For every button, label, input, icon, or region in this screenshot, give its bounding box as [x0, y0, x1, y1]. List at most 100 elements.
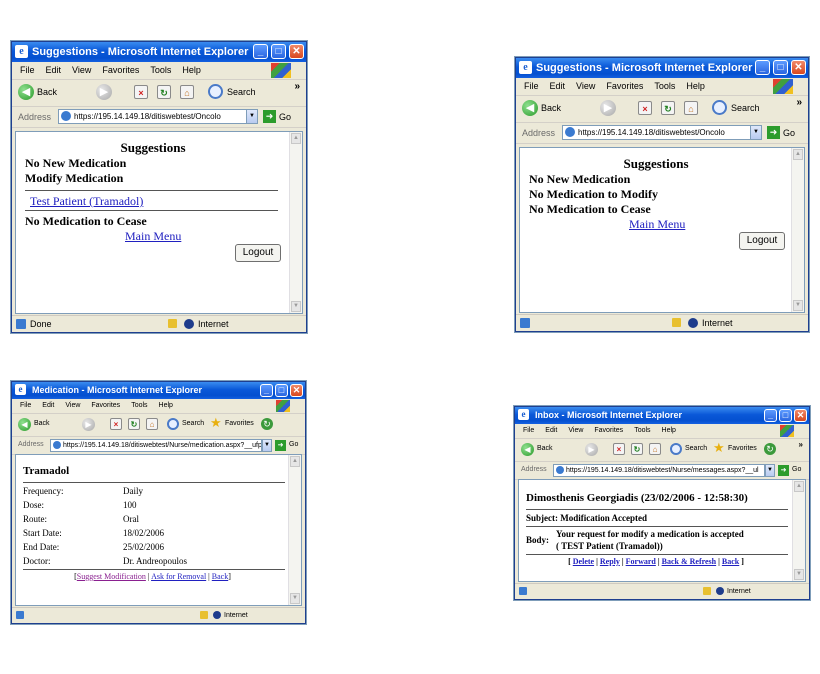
menu-favorites[interactable]: Favorites — [102, 65, 139, 75]
go-arrow-icon[interactable]: ➜ — [767, 126, 780, 139]
go-button[interactable]: Go — [279, 112, 291, 122]
main-menu-link[interactable]: Main Menu — [629, 217, 685, 232]
scroll-down-icon[interactable]: ▼ — [793, 300, 803, 311]
refresh-icon[interactable]: ↻ — [661, 101, 675, 115]
patient-medication-link[interactable]: Test Patient (Tramadol) — [30, 194, 143, 209]
menu-tools[interactable]: Tools — [131, 402, 147, 409]
scroll-up-icon[interactable]: ▲ — [290, 456, 300, 467]
menu-file[interactable]: File — [524, 81, 539, 91]
stop-icon[interactable]: × — [613, 443, 625, 455]
favorites-button[interactable]: Favorites — [728, 445, 757, 452]
home-icon[interactable]: ⌂ — [649, 443, 661, 455]
vertical-scrollbar[interactable]: ▲ ▼ — [792, 480, 805, 581]
close-button[interactable]: ✕ — [289, 44, 304, 59]
stop-icon[interactable]: × — [134, 85, 148, 99]
go-button[interactable]: Go — [783, 128, 795, 138]
stop-icon[interactable]: × — [638, 101, 652, 115]
menu-edit[interactable]: Edit — [550, 81, 566, 91]
toolbar-more-icon[interactable]: » — [799, 440, 803, 449]
menu-help[interactable]: Help — [662, 427, 676, 434]
refresh-icon[interactable]: ↻ — [631, 443, 643, 455]
media-icon[interactable]: ↻ — [261, 418, 273, 430]
minimize-button[interactable]: _ — [260, 384, 273, 397]
delete-link[interactable]: Delete — [573, 557, 594, 566]
maximize-button[interactable]: □ — [275, 384, 288, 397]
logout-button[interactable]: Logout — [739, 232, 785, 250]
ask-for-removal-link[interactable]: Ask for Removal — [151, 572, 206, 581]
menu-edit[interactable]: Edit — [545, 427, 557, 434]
close-button[interactable]: ✕ — [290, 384, 303, 397]
menu-favorites[interactable]: Favorites — [594, 427, 623, 434]
reply-link[interactable]: Reply — [600, 557, 620, 566]
vertical-scrollbar[interactable]: ▲ ▼ — [791, 148, 804, 312]
search-button[interactable]: Search — [685, 445, 707, 452]
back-arrow-icon[interactable]: ◀ — [521, 443, 534, 456]
main-menu-link[interactable]: Main Menu — [125, 229, 181, 244]
scroll-up-icon[interactable]: ▲ — [794, 481, 804, 492]
vertical-scrollbar[interactable]: ▲ ▼ — [289, 132, 302, 313]
stop-icon[interactable]: × — [110, 418, 122, 430]
home-icon[interactable]: ⌂ — [180, 85, 194, 99]
close-button[interactable]: ✕ — [791, 60, 806, 75]
address-dropdown-icon[interactable]: ▼ — [246, 109, 258, 124]
back-button[interactable]: Back — [34, 420, 50, 427]
back-link[interactable]: Back — [212, 572, 228, 581]
menu-file[interactable]: File — [20, 402, 31, 409]
favorites-star-icon[interactable]: ★ — [210, 415, 222, 431]
forward-arrow-icon[interactable]: ▶ — [96, 84, 112, 100]
toolbar-more-icon[interactable]: » — [796, 97, 802, 108]
favorites-star-icon[interactable]: ★ — [713, 440, 725, 456]
menu-tools[interactable]: Tools — [150, 65, 171, 75]
menu-favorites[interactable]: Favorites — [91, 402, 120, 409]
menu-help[interactable]: Help — [686, 81, 705, 91]
back-arrow-icon[interactable]: ◀ — [18, 84, 34, 100]
back-button[interactable]: Back — [541, 103, 561, 113]
suggest-modification-link[interactable]: Suggest Modification — [77, 572, 146, 581]
scroll-down-icon[interactable]: ▼ — [290, 593, 300, 604]
menu-file[interactable]: File — [20, 65, 35, 75]
scroll-up-icon[interactable]: ▲ — [291, 133, 301, 144]
menu-edit[interactable]: Edit — [46, 65, 62, 75]
go-button[interactable]: Go — [289, 441, 298, 448]
minimize-button[interactable]: _ — [755, 60, 770, 75]
vertical-scrollbar[interactable]: ▲ ▼ — [288, 455, 301, 605]
title-bar[interactable]: e Inbox - Microsoft Internet Explorer _ … — [515, 407, 809, 424]
menu-view[interactable]: View — [568, 427, 583, 434]
back-link[interactable]: Back — [722, 557, 739, 566]
forward-arrow-icon[interactable]: ▶ — [82, 418, 95, 431]
home-icon[interactable]: ⌂ — [146, 418, 158, 430]
search-button[interactable]: Search — [227, 87, 256, 97]
search-button[interactable]: Search — [731, 103, 760, 113]
address-input[interactable]: https://195.14.149.18/ditiswebtest/Oncol… — [58, 109, 248, 124]
go-arrow-icon[interactable]: ➜ — [778, 465, 789, 476]
menu-edit[interactable]: Edit — [42, 402, 54, 409]
title-bar[interactable]: e Suggestions - Microsoft Internet Explo… — [516, 58, 808, 78]
refresh-icon[interactable]: ↻ — [157, 85, 171, 99]
search-icon[interactable] — [208, 84, 223, 99]
address-dropdown-icon[interactable]: ▼ — [765, 464, 775, 477]
title-bar[interactable]: e Medication - Microsoft Internet Explor… — [12, 382, 305, 399]
search-button[interactable]: Search — [182, 420, 204, 427]
address-input[interactable]: https://195.14.149.18/ditiswebtest/Nurse… — [50, 439, 262, 452]
maximize-button[interactable]: □ — [773, 60, 788, 75]
scroll-down-icon[interactable]: ▼ — [291, 301, 301, 312]
back-button[interactable]: Back — [37, 87, 57, 97]
address-dropdown-icon[interactable]: ▼ — [262, 439, 272, 452]
menu-file[interactable]: File — [523, 427, 534, 434]
minimize-button[interactable]: _ — [253, 44, 268, 59]
menu-view[interactable]: View — [72, 65, 91, 75]
go-arrow-icon[interactable]: ➜ — [275, 440, 286, 451]
menu-favorites[interactable]: Favorites — [606, 81, 643, 91]
address-input[interactable]: https://195.14.149.18/ditiswebtest/Nurse… — [553, 464, 765, 477]
forward-arrow-icon[interactable]: ▶ — [585, 443, 598, 456]
search-icon[interactable] — [670, 443, 682, 455]
search-icon[interactable] — [712, 100, 727, 115]
search-icon[interactable] — [167, 418, 179, 430]
go-button[interactable]: Go — [792, 466, 801, 473]
address-input[interactable]: https://195.14.149.18/ditiswebtest/Oncol… — [562, 125, 752, 140]
forward-link[interactable]: Forward — [626, 557, 656, 566]
menu-help[interactable]: Help — [159, 402, 173, 409]
refresh-icon[interactable]: ↻ — [128, 418, 140, 430]
toolbar-more-icon[interactable]: » — [294, 81, 300, 92]
home-icon[interactable]: ⌂ — [684, 101, 698, 115]
